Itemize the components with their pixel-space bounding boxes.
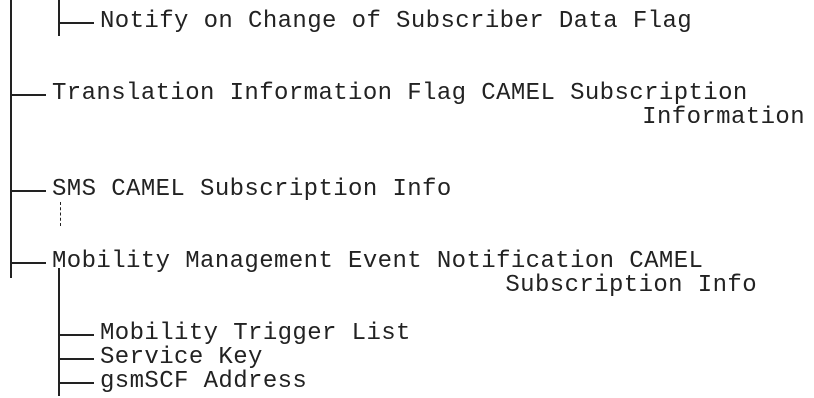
tree-node-translation-flag-cont: Information xyxy=(642,104,805,131)
collapsed-indicator-line xyxy=(60,202,61,226)
branch-connector xyxy=(10,262,46,264)
branch-connector xyxy=(10,190,46,192)
tree-node-service-key: Service Key xyxy=(100,344,263,371)
tree-node-sms-camel: SMS CAMEL Subscription Info xyxy=(52,176,452,203)
branch-connector xyxy=(58,334,94,336)
branch-connector xyxy=(58,358,94,360)
branch-connector xyxy=(10,94,46,96)
branch-connector xyxy=(58,382,94,384)
tree-node-gsmscf-address: gsmSCF Address xyxy=(100,368,308,395)
tree-node-mobility-trigger-list: Mobility Trigger List xyxy=(100,320,411,347)
nested-trunk-line xyxy=(58,0,60,36)
tree-node-mobility-management-cont: Subscription Info xyxy=(505,272,757,299)
subscription-tree-diagram: Notify on Change of Subscriber Data Flag… xyxy=(0,0,814,398)
tree-node-notify-flag: Notify on Change of Subscriber Data Flag xyxy=(100,8,693,35)
tree-node-mobility-management: Mobility Management Event Notification C… xyxy=(52,248,704,275)
main-trunk-line xyxy=(10,0,12,278)
branch-connector xyxy=(58,22,94,24)
child-trunk-line xyxy=(58,268,60,396)
tree-node-translation-flag: Translation Information Flag CAMEL Subsc… xyxy=(52,80,748,107)
